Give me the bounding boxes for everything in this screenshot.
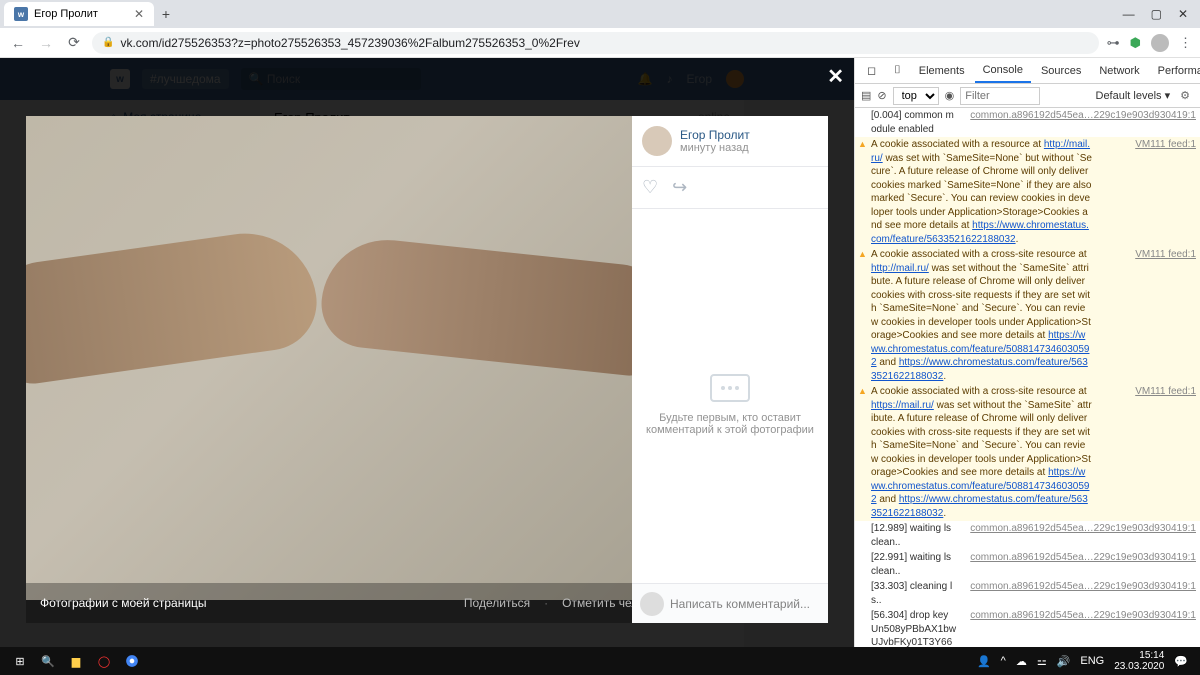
tray-people-icon[interactable]: 👤 xyxy=(977,655,991,668)
vk-favicon: w xyxy=(14,7,28,21)
photo-lightbox: Егор Пролит минуту назад ♡ ↪ Будьте перв… xyxy=(26,116,828,600)
comment-bubble-icon xyxy=(710,374,750,402)
search-icon[interactable]: 🔍 xyxy=(34,647,62,675)
console-source-link[interactable]: common.a896192d545ea…229c19e903d930419:1 xyxy=(962,609,1196,647)
url-text: vk.com/id275526353?z=photo275526353_4572… xyxy=(120,36,579,50)
window-maximize-icon[interactable]: ▢ xyxy=(1151,7,1162,21)
windows-taskbar: ⊞ 🔍 ▆ ◯ 👤 ^ ☁ ⚍ 🔊 ENG 15:14 23.03.2020 💬 xyxy=(0,647,1200,675)
console-line: [33.303] cleaning ls..common.a896192d545… xyxy=(855,579,1200,608)
notifications-icon[interactable]: 💬 xyxy=(1174,655,1188,668)
lock-icon: 🔒 xyxy=(102,37,114,48)
context-select[interactable]: top xyxy=(893,87,939,105)
tab-title: Егор Пролит xyxy=(34,8,98,20)
extension-shield-icon[interactable]: ⬢ xyxy=(1130,35,1141,51)
window-close-icon[interactable]: ✕ xyxy=(1178,7,1188,21)
url-field[interactable]: 🔒 vk.com/id275526353?z=photo275526353_45… xyxy=(92,32,1099,54)
tray-up-icon[interactable]: ^ xyxy=(1001,655,1006,667)
back-button[interactable]: ← xyxy=(8,35,28,51)
taskbar-clock[interactable]: 15:14 23.03.2020 xyxy=(1114,650,1164,672)
console-sidebar-toggle-icon[interactable]: ▤ xyxy=(861,89,871,102)
page-viewport: w #лучшедома 🔍 Поиск 🔔 ♪ Егор ⌂ Моя стра… xyxy=(0,58,854,647)
filter-input[interactable] xyxy=(960,87,1040,105)
forward-button[interactable]: → xyxy=(36,35,56,51)
tab-performance[interactable]: Performance xyxy=(1150,58,1200,83)
comment-input-row: Написать комментарий... xyxy=(632,583,828,623)
tab-close-icon[interactable]: ✕ xyxy=(134,7,144,21)
log-levels-dropdown[interactable]: Default levels ▾ xyxy=(1096,89,1171,102)
console-source-link[interactable]: common.a896192d545ea…229c19e903d930419:1 xyxy=(962,580,1196,607)
console-line: A cookie associated with a cross-site re… xyxy=(855,247,1200,384)
settings-gear-icon[interactable]: ⚙ xyxy=(1176,89,1194,102)
tab-network[interactable]: Network xyxy=(1091,58,1147,83)
live-expression-icon[interactable]: ◉ xyxy=(945,89,955,102)
tray-wifi-icon[interactable]: ⚍ xyxy=(1037,655,1047,668)
photo-side-panel: Егор Пролит минуту назад ♡ ↪ Будьте перв… xyxy=(632,116,828,600)
tab-console[interactable]: Console xyxy=(975,58,1031,83)
album-title[interactable]: Фотографии с моей страницы xyxy=(40,596,207,610)
console-line: [12.989] waiting ls clean..common.a89619… xyxy=(855,521,1200,550)
browser-tab[interactable]: w Егор Пролит ✕ xyxy=(4,2,154,26)
devtools-tab-bar: ◻ ⌷ Elements Console Sources Network Per… xyxy=(855,58,1200,84)
console-line: [56.304] drop key Un508yPBbAX1bwUJvbFKy0… xyxy=(855,608,1200,647)
console-source-link[interactable]: common.a896192d545ea…229c19e903d930419:1 xyxy=(962,109,1196,136)
console-source-link[interactable]: common.a896192d545ea…229c19e903d930419:1 xyxy=(962,551,1196,578)
key-icon[interactable]: ⊶ xyxy=(1107,35,1120,51)
tray-sound-icon[interactable]: 🔊 xyxy=(1057,655,1071,668)
photo-overlay: ✕ Егор Пролит минуту назад ♡ xyxy=(0,58,854,647)
console-source-link[interactable]: common.a896192d545ea…229c19e903d930419:1 xyxy=(962,522,1196,549)
devtools-panel: ◻ ⌷ Elements Console Sources Network Per… xyxy=(854,58,1200,647)
menu-icon[interactable]: ⋮ xyxy=(1179,35,1192,51)
photo-author-row: Егор Пролит минуту назад xyxy=(632,116,828,167)
inspect-icon[interactable]: ◻ xyxy=(859,58,884,83)
new-tab-button[interactable]: + xyxy=(154,2,178,26)
console-line: [22.991] waiting ls clean..common.a89619… xyxy=(855,550,1200,579)
console-source-link[interactable]: VM111 feed:1 xyxy=(1098,248,1196,383)
console-output[interactable]: [0.004] common module enabledcommon.a896… xyxy=(855,108,1200,647)
address-bar: ← → ⟳ 🔒 vk.com/id275526353?z=photo275526… xyxy=(0,28,1200,58)
file-explorer-icon[interactable]: ▆ xyxy=(62,647,90,675)
reload-button[interactable]: ⟳ xyxy=(64,34,84,51)
console-line: A cookie associated with a cross-site re… xyxy=(855,384,1200,521)
device-toggle-icon[interactable]: ⌷ xyxy=(886,58,909,83)
console-toolbar: ▤ ⊘ top ◉ Default levels ▾ ⚙ xyxy=(855,84,1200,108)
window-minimize-icon[interactable]: — xyxy=(1123,7,1135,21)
console-line: [0.004] common module enabledcommon.a896… xyxy=(855,108,1200,137)
photo-image[interactable] xyxy=(26,116,632,600)
tab-sources[interactable]: Sources xyxy=(1033,58,1089,83)
tray-cloud-icon[interactable]: ☁ xyxy=(1016,655,1027,668)
heart-icon[interactable]: ♡ xyxy=(642,177,658,198)
console-line: A cookie associated with a resource at h… xyxy=(855,137,1200,247)
photo-time: минуту назад xyxy=(680,142,750,154)
share-arrow-icon[interactable]: ↪ xyxy=(672,177,687,198)
empty-comments-placeholder: Будьте первым, кто оставит комментарий к… xyxy=(632,209,828,600)
console-clear-icon[interactable]: ⊘ xyxy=(877,89,886,102)
console-source-link[interactable]: VM111 feed:1 xyxy=(1098,138,1196,246)
comment-input[interactable]: Написать комментарий... xyxy=(670,597,820,611)
console-source-link[interactable]: VM111 feed:1 xyxy=(1098,385,1196,520)
author-name-link[interactable]: Егор Пролит xyxy=(680,128,750,142)
comment-avatar xyxy=(640,592,664,616)
profile-avatar-icon[interactable] xyxy=(1151,34,1169,52)
yandex-browser-icon[interactable]: ◯ xyxy=(90,647,118,675)
start-button[interactable]: ⊞ xyxy=(6,647,34,675)
share-link[interactable]: Поделиться xyxy=(464,596,530,610)
tab-elements[interactable]: Elements xyxy=(911,58,973,83)
browser-tab-strip: w Егор Пролит ✕ + — ▢ ✕ xyxy=(0,0,1200,28)
tray-lang[interactable]: ENG xyxy=(1080,655,1104,667)
author-avatar[interactable] xyxy=(642,126,672,156)
close-icon[interactable]: ✕ xyxy=(827,64,844,89)
chrome-icon[interactable] xyxy=(118,647,146,675)
